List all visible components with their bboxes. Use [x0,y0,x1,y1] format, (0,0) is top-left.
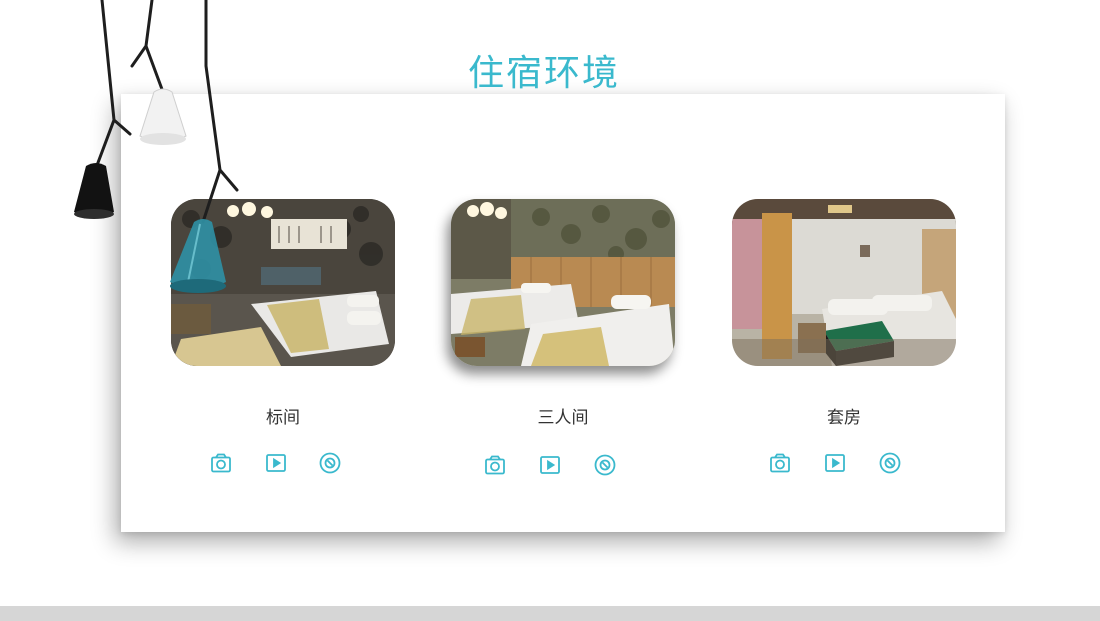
room-triple-name: 三人间 [537,408,589,428]
room-triple-photo-graphic [451,199,675,366]
panorama-icon[interactable] [878,451,902,475]
panorama-icon[interactable] [318,451,342,475]
room-triple-photo[interactable] [451,199,675,366]
room-standard-photo-graphic [171,199,395,366]
play-icon[interactable] [823,451,847,475]
play-icon[interactable] [264,451,288,475]
room-standard-photo[interactable] [171,199,395,366]
room-triple[interactable]: 三人间 [451,199,675,476]
room-suite-photo-graphic [732,199,956,366]
camera-icon[interactable] [768,451,792,475]
camera-icon[interactable] [209,451,233,475]
room-suite-name: 套房 [827,408,861,428]
room-triple-actions [451,453,675,477]
room-suite[interactable]: 套房 [732,199,956,474]
room-standard-actions [171,451,395,475]
camera-icon[interactable] [483,453,507,477]
panorama-icon[interactable] [593,453,617,477]
rooms-card: 标间 三人间 套房 [121,94,1005,532]
room-standard-name: 标间 [266,408,300,428]
footer-bar [0,606,1100,621]
page-title: 住宿环境 [467,53,620,94]
room-standard[interactable]: 标间 [171,199,395,474]
room-suite-actions [732,451,956,475]
play-icon[interactable] [538,453,562,477]
room-suite-photo[interactable] [732,199,956,366]
